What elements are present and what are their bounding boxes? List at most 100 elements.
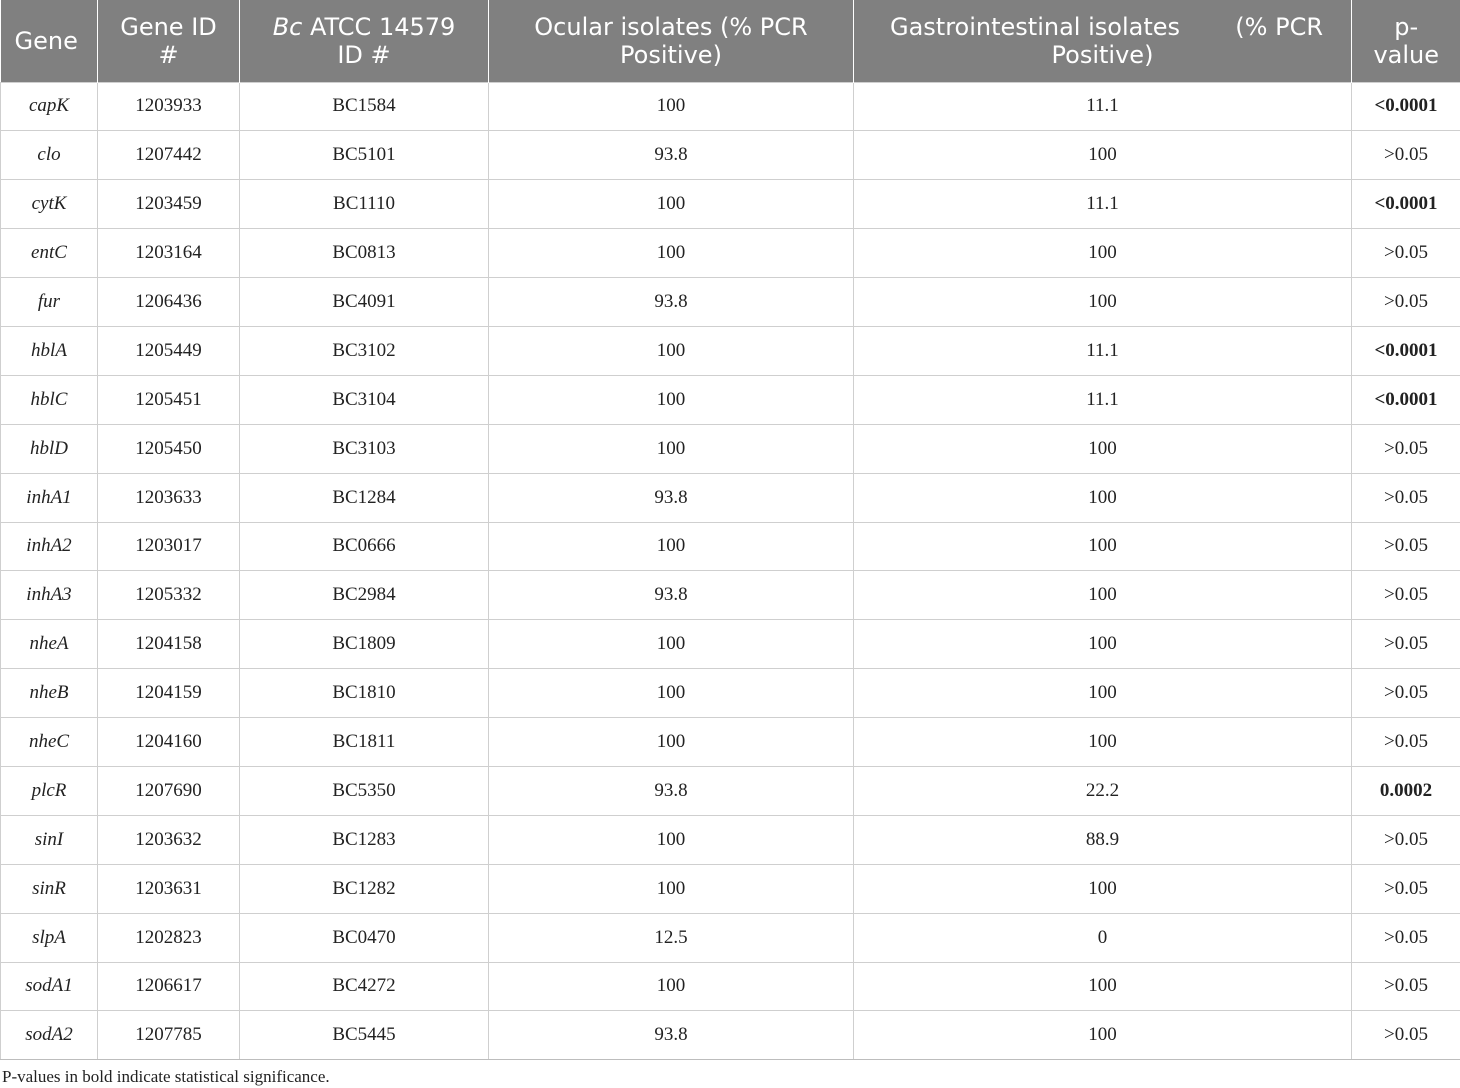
- table-row: inhA2 1203017 BC0666 100 100 >0.05: [0, 521, 1460, 572]
- cell-gi: 100: [853, 423, 1352, 474]
- cell-gene: nheC: [0, 717, 98, 767]
- cell-bc-id: BC2984: [239, 570, 489, 621]
- cell-gene: inhA1: [0, 472, 98, 523]
- table-row: clo 1207442 BC5101 93.8 100 >0.05: [0, 130, 1460, 181]
- cell-gene-id: 1205332: [97, 570, 240, 621]
- cell-gene: slpA: [0, 912, 98, 963]
- cell-bc-id: BC1584: [239, 81, 489, 132]
- cell-gene: sinR: [0, 863, 98, 914]
- table-body: capK 1203933 BC1584 100 11.1 <0.0001 clo…: [0, 81, 1460, 1061]
- table-row: nheA 1204158 BC1809 100 100 >0.05: [0, 619, 1460, 670]
- cell-gene-id: 1205451: [97, 374, 240, 425]
- cell-gene-id: 1205449: [97, 325, 240, 376]
- table-row: cytK 1203459 BC1110 100 11.1 <0.0001: [0, 179, 1460, 230]
- cell-gene: cytK: [0, 179, 98, 230]
- cell-ocular: 93.8: [488, 277, 854, 327]
- cell-gi: 100: [853, 1010, 1352, 1061]
- cell-bc-id: BC1283: [239, 814, 489, 865]
- cell-p-value: 0.0002: [1351, 765, 1460, 816]
- header-p-line1: p-: [1394, 12, 1419, 41]
- cell-gene: hblC: [0, 374, 98, 425]
- cell-ocular: 100: [488, 863, 854, 914]
- cell-gene-id: 1203017: [97, 521, 240, 572]
- cell-ocular: 93.8: [488, 1010, 854, 1061]
- table-row: sodA2 1207785 BC5445 93.8 100 >0.05: [0, 1010, 1460, 1061]
- cell-gene: entC: [0, 228, 98, 279]
- cell-gi: 100: [853, 472, 1352, 523]
- cell-p-value: >0.05: [1351, 277, 1460, 327]
- cell-bc-id: BC1282: [239, 863, 489, 914]
- table-row: sinR 1203631 BC1282 100 100 >0.05: [0, 863, 1460, 914]
- header-gene-id-line2: #: [158, 40, 179, 69]
- cell-p-value: >0.05: [1351, 668, 1460, 719]
- cell-gene: capK: [0, 81, 98, 132]
- cell-bc-id: BC5350: [239, 765, 489, 816]
- cell-gene: fur: [0, 277, 98, 327]
- cell-gene-id: 1202823: [97, 912, 240, 963]
- cell-bc-id: BC1811: [239, 717, 489, 767]
- cell-ocular: 100: [488, 521, 854, 572]
- cell-gi: 100: [853, 521, 1352, 572]
- cell-gi: 100: [853, 130, 1352, 181]
- cell-p-value: >0.05: [1351, 472, 1460, 523]
- cell-bc-id: BC0470: [239, 912, 489, 963]
- cell-p-value: >0.05: [1351, 521, 1460, 572]
- header-ocular-line2: Positive): [620, 40, 722, 69]
- cell-gi: 100: [853, 961, 1352, 1012]
- cell-gi: 100: [853, 717, 1352, 767]
- header-gene-label: Gene: [14, 26, 78, 55]
- cell-gene: nheA: [0, 619, 98, 670]
- cell-gi: 11.1: [853, 179, 1352, 230]
- cell-gene-id: 1203633: [97, 472, 240, 523]
- cell-p-value: >0.05: [1351, 863, 1460, 914]
- header-gene-id: Gene ID #: [97, 0, 240, 82]
- cell-bc-id: BC3103: [239, 423, 489, 474]
- cell-ocular: 100: [488, 374, 854, 425]
- gene-pcr-table: Gene Gene ID # Bc ATCC 14579 ID # Ocular…: [0, 0, 1460, 1061]
- header-gastrointestinal: Gastrointestinal isolates (% PCR Positiv…: [853, 0, 1352, 82]
- cell-p-value: >0.05: [1351, 423, 1460, 474]
- cell-gi: 100: [853, 619, 1352, 670]
- cell-gi: 88.9: [853, 814, 1352, 865]
- cell-bc-id: BC3102: [239, 325, 489, 376]
- table-row: fur 1206436 BC4091 93.8 100 >0.05: [0, 277, 1460, 327]
- cell-gene: inhA3: [0, 570, 98, 621]
- table-row: inhA3 1205332 BC2984 93.8 100 >0.05: [0, 570, 1460, 621]
- cell-gene-id: 1203632: [97, 814, 240, 865]
- table-row: inhA1 1203633 BC1284 93.8 100 >0.05: [0, 472, 1460, 523]
- cell-ocular: 100: [488, 423, 854, 474]
- cell-ocular: 100: [488, 668, 854, 719]
- table-header: Gene Gene ID # Bc ATCC 14579 ID # Ocular…: [0, 0, 1460, 82]
- cell-bc-id: BC0666: [239, 521, 489, 572]
- table-row: hblC 1205451 BC3104 100 11.1 <0.0001: [0, 374, 1460, 425]
- cell-ocular: 100: [488, 179, 854, 230]
- cell-gene-id: 1204160: [97, 717, 240, 767]
- header-gene-id-line1: Gene ID: [120, 12, 217, 41]
- cell-ocular: 100: [488, 81, 854, 132]
- cell-gi: 100: [853, 277, 1352, 327]
- header-p-line2: value: [1373, 40, 1440, 69]
- table-row: entC 1203164 BC0813 100 100 >0.05: [0, 228, 1460, 279]
- header-ocular-line1: Ocular isolates (% PCR: [534, 12, 808, 41]
- cell-gi: 100: [853, 570, 1352, 621]
- table-row: plcR 1207690 BC5350 93.8 22.2 0.0002: [0, 765, 1460, 816]
- cell-p-value: >0.05: [1351, 570, 1460, 621]
- cell-p-value: >0.05: [1351, 717, 1460, 767]
- cell-ocular: 100: [488, 961, 854, 1012]
- cell-p-value: >0.05: [1351, 619, 1460, 670]
- cell-p-value: >0.05: [1351, 814, 1460, 865]
- cell-gene-id: 1203459: [97, 179, 240, 230]
- cell-gene-id: 1206436: [97, 277, 240, 327]
- cell-ocular: 100: [488, 228, 854, 279]
- cell-ocular: 100: [488, 717, 854, 767]
- cell-ocular: 93.8: [488, 765, 854, 816]
- cell-bc-id: BC1110: [239, 179, 489, 230]
- cell-gene-id: 1207785: [97, 1010, 240, 1061]
- table-row: slpA 1202823 BC0470 12.5 0 >0.05: [0, 912, 1460, 963]
- table-row: sinI 1203632 BC1283 100 88.9 >0.05: [0, 814, 1460, 865]
- cell-bc-id: BC3104: [239, 374, 489, 425]
- cell-bc-id: BC0813: [239, 228, 489, 279]
- header-gi-line2: Positive): [1051, 40, 1154, 69]
- cell-gene: hblA: [0, 325, 98, 376]
- table-row: nheC 1204160 BC1811 100 100 >0.05: [0, 717, 1460, 767]
